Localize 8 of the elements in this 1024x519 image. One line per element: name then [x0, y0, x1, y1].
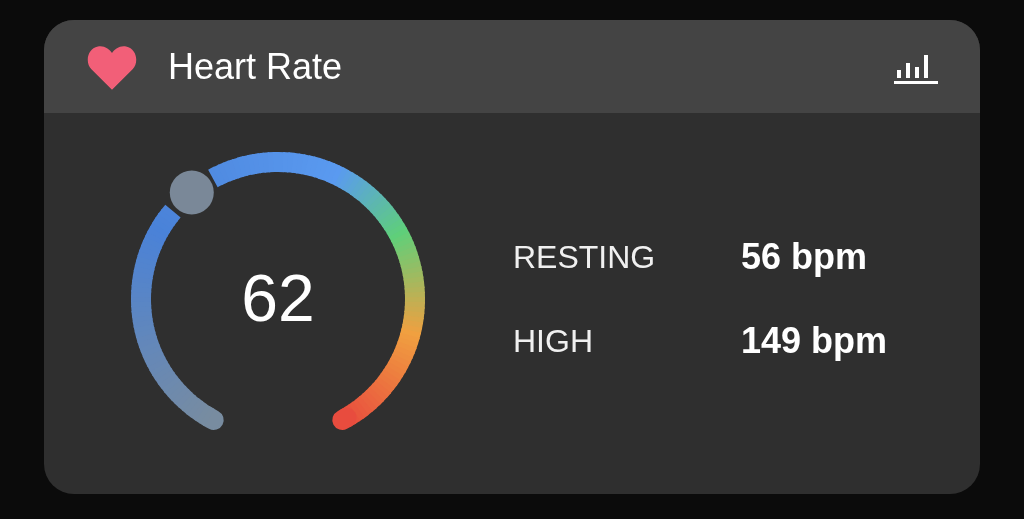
card-title: Heart Rate [168, 44, 343, 89]
stat-value: 149 bpm [741, 318, 888, 363]
heart-icon [86, 43, 138, 90]
stat-label: RESTING [513, 237, 657, 277]
stat-label: HIGH [513, 321, 594, 361]
stat-value: 56 bpm [741, 234, 868, 279]
heart-rate-value: 62 [241, 260, 315, 337]
gauge-knob [169, 170, 214, 215]
